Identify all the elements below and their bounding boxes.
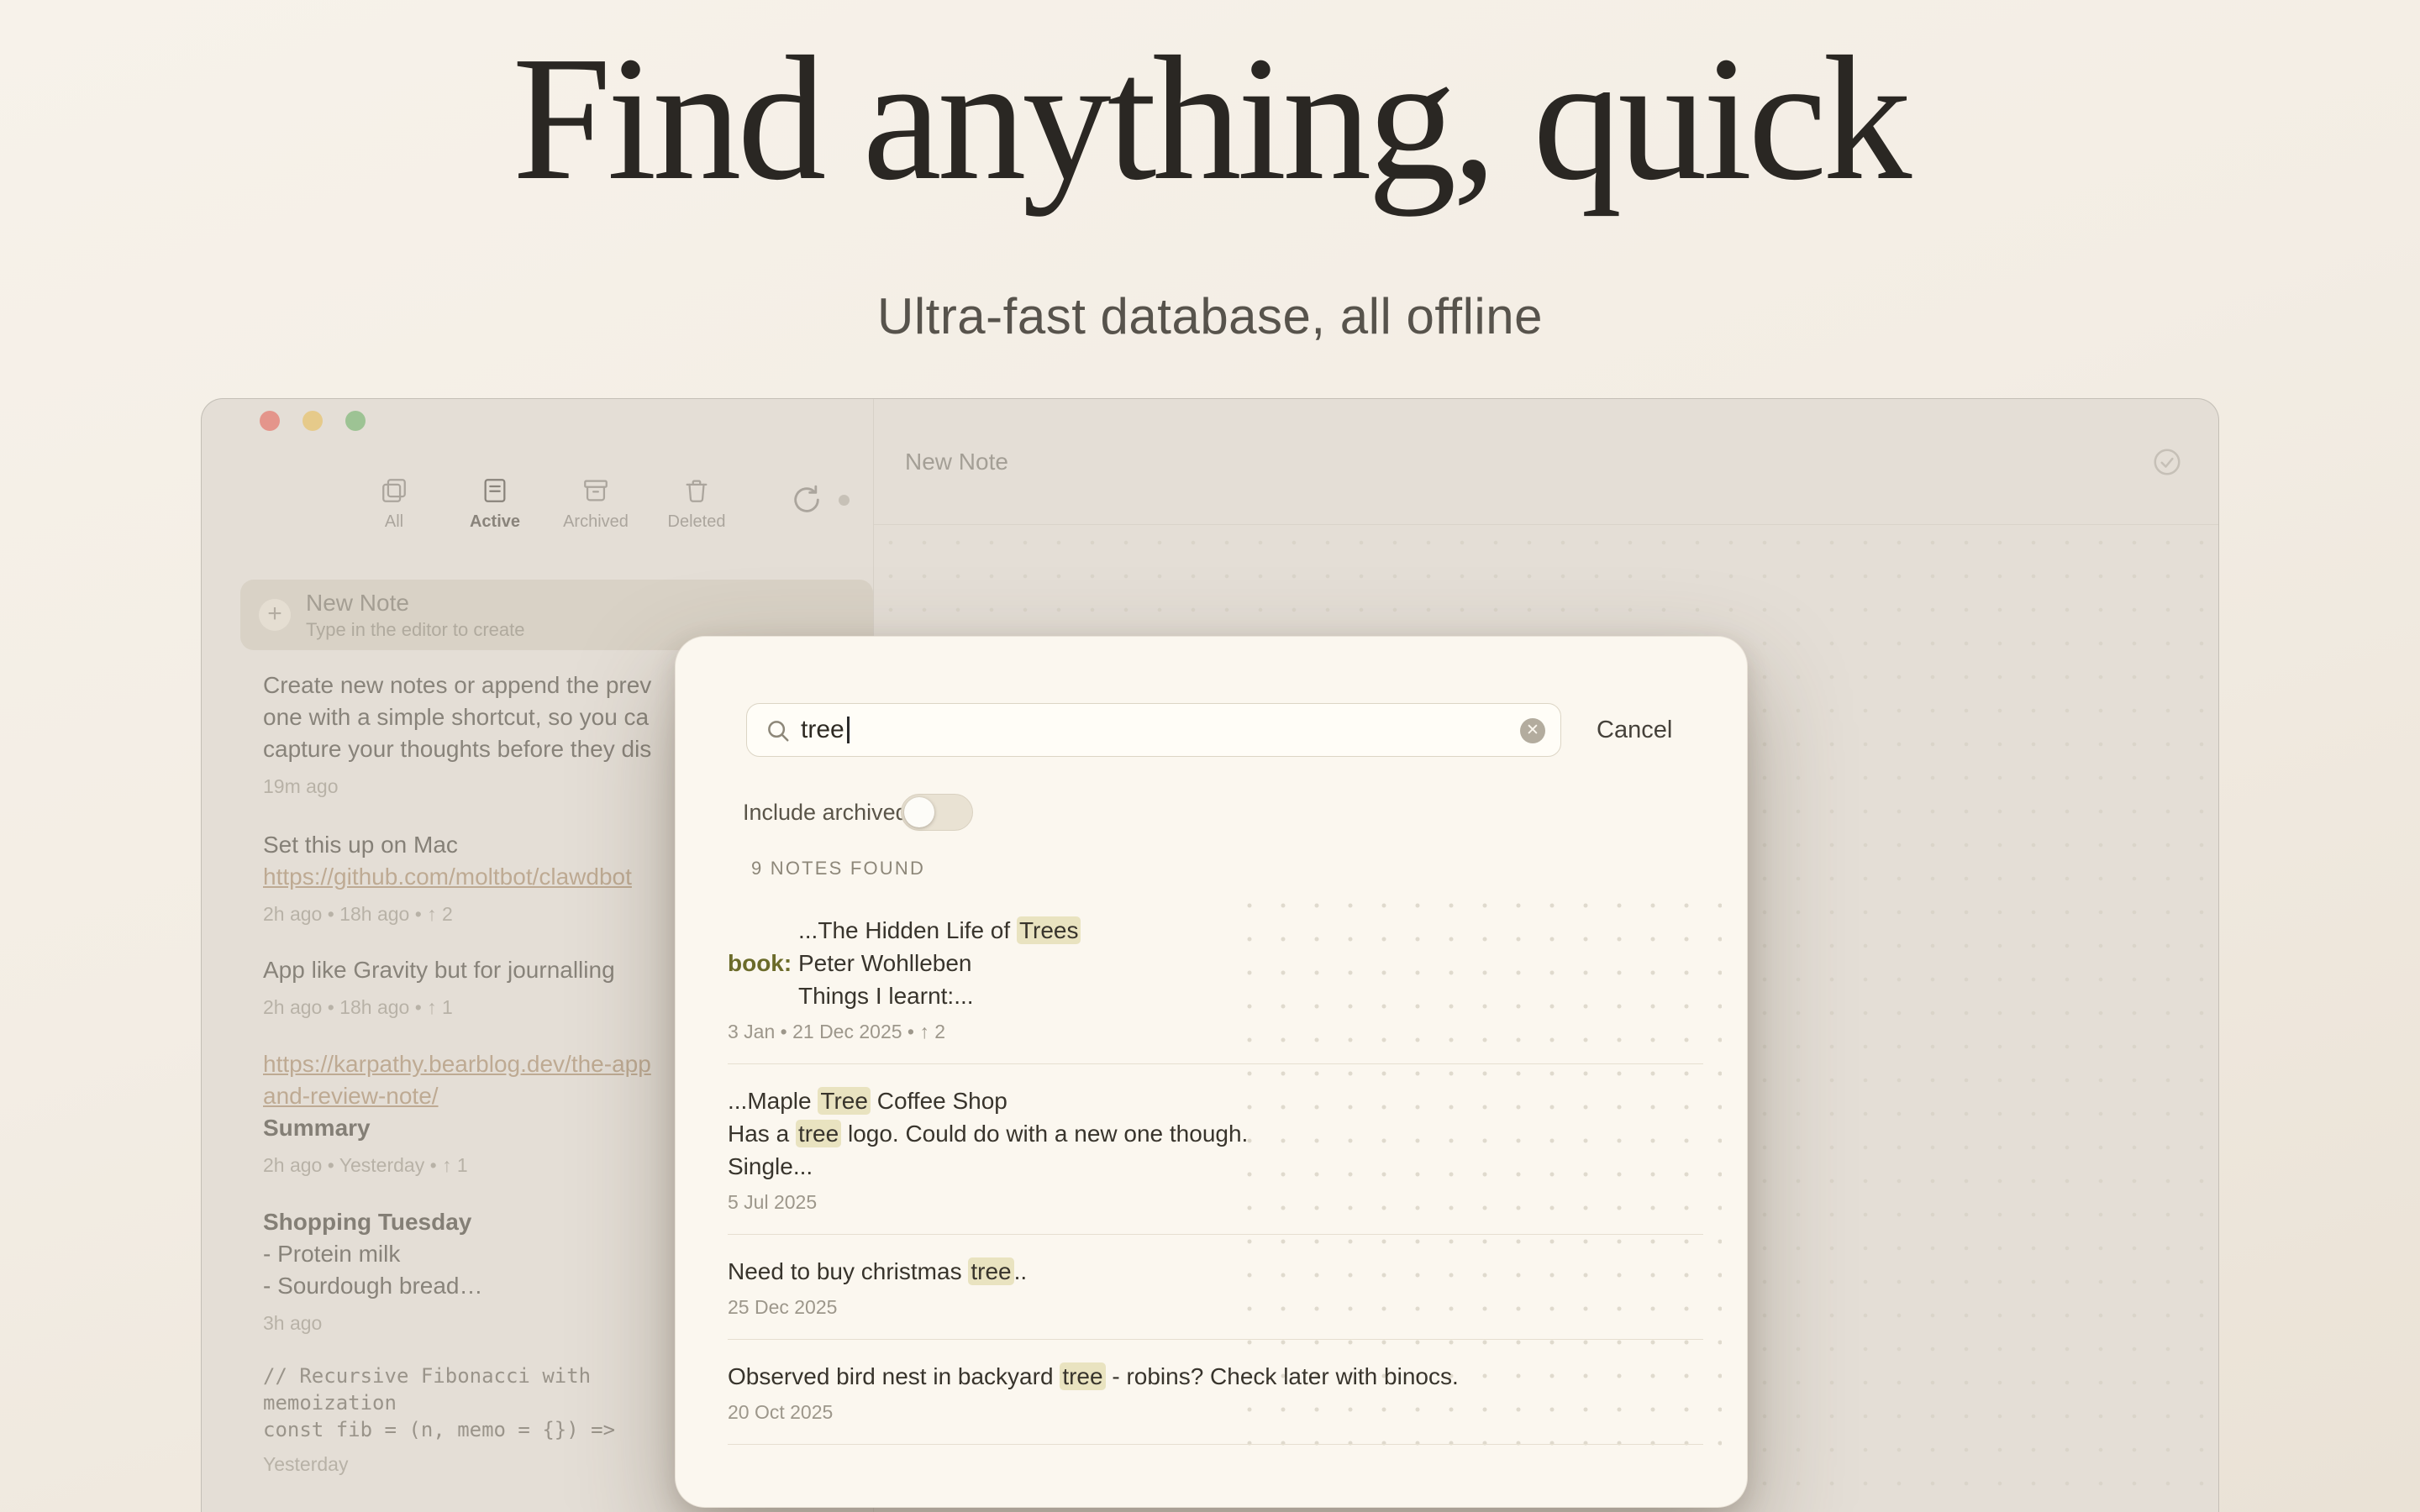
search-input[interactable]: tree ✕: [746, 703, 1561, 757]
result-line: ...Maple Tree Coffee Shop: [728, 1084, 1703, 1117]
result-text: Need to buy christmas: [728, 1258, 968, 1284]
result-line: ...The Hidden Life of Trees: [728, 914, 1703, 947]
result-meta: 3 Jan • 21 Dec 2025 • ↑ 2: [728, 1021, 1703, 1043]
check-icon[interactable]: [2151, 446, 2183, 478]
results-count: 9 NOTES FOUND: [751, 858, 925, 879]
result-text: Observed bird nest in backyard: [728, 1363, 1060, 1389]
result-text: ...Maple: [728, 1088, 818, 1114]
search-result-item[interactable]: Observed bird nest in backyard tree - ro…: [728, 1360, 1703, 1445]
search-result-item[interactable]: ...Maple Tree Coffee ShopHas a tree logo…: [728, 1084, 1703, 1235]
search-match-highlight: tree: [968, 1257, 1013, 1285]
result-line: Things I learnt:...: [728, 979, 1703, 1012]
include-archived-row: Include archived: [676, 794, 1747, 831]
result-line: Single...: [728, 1150, 1703, 1183]
result-text: ...The Hidden Life of: [798, 917, 1017, 943]
result-text: Peter Wohlleben: [792, 950, 971, 976]
editor-title: New Note: [905, 399, 1008, 525]
search-icon: [765, 718, 791, 743]
search-result-item[interactable]: ...The Hidden Life of Treesbook: Peter W…: [728, 914, 1703, 1064]
include-archived-toggle[interactable]: [901, 794, 973, 831]
result-text: Coffee Shop: [871, 1088, 1007, 1114]
search-query-value: tree: [801, 716, 844, 743]
result-text: Single...: [728, 1153, 813, 1179]
search-result-item[interactable]: Need to buy christmas tree.. 25 Dec 2025: [728, 1255, 1703, 1340]
search-modal: tree ✕ Cancel Include archived 9 NOTES F…: [675, 636, 1748, 1508]
hero-subtitle: Ultra-fast database, all offline: [0, 287, 2420, 345]
result-meta: 5 Jul 2025: [728, 1191, 1703, 1214]
text-caret: [847, 717, 850, 743]
search-row: tree ✕ Cancel: [676, 703, 1747, 757]
search-match-highlight: tree: [796, 1120, 841, 1147]
page: Find anything, quick Ultra-fast database…: [0, 0, 2420, 1512]
close-window-button[interactable]: [260, 411, 280, 431]
result-line: book: Peter Wohlleben: [728, 947, 1703, 979]
result-line: Need to buy christmas tree..: [728, 1255, 1703, 1288]
note-token: book:: [728, 950, 792, 976]
clear-search-button[interactable]: ✕: [1520, 718, 1545, 743]
result-line: Observed bird nest in backyard tree - ro…: [728, 1360, 1703, 1393]
cancel-button[interactable]: Cancel: [1597, 703, 1672, 757]
zoom-window-button[interactable]: [345, 411, 366, 431]
toggle-knob: [904, 797, 934, 827]
result-text: Things I learnt:...: [798, 983, 974, 1009]
minimize-window-button[interactable]: [302, 411, 323, 431]
result-text: ..: [1014, 1258, 1028, 1284]
result-meta: 20 Oct 2025: [728, 1401, 1703, 1424]
result-text: logo. Could do with a new one though.: [841, 1121, 1248, 1147]
search-query-text: tree: [801, 704, 850, 756]
search-match-highlight: tree: [1060, 1362, 1105, 1390]
window-controls: [260, 411, 366, 431]
include-archived-label: Include archived: [743, 794, 908, 831]
result-meta: 25 Dec 2025: [728, 1296, 1703, 1319]
search-match-highlight: Tree: [818, 1087, 871, 1115]
result-text: Has a: [728, 1121, 796, 1147]
search-match-highlight: Trees: [1017, 916, 1081, 944]
result-text: - robins? Check later with binocs.: [1106, 1363, 1459, 1389]
hero-title: Find anything, quick: [0, 13, 2420, 223]
result-line: Has a tree logo. Could do with a new one…: [728, 1117, 1703, 1150]
editor-header: New Note: [874, 399, 2218, 525]
search-results: ...The Hidden Life of Treesbook: Peter W…: [728, 914, 1703, 1465]
